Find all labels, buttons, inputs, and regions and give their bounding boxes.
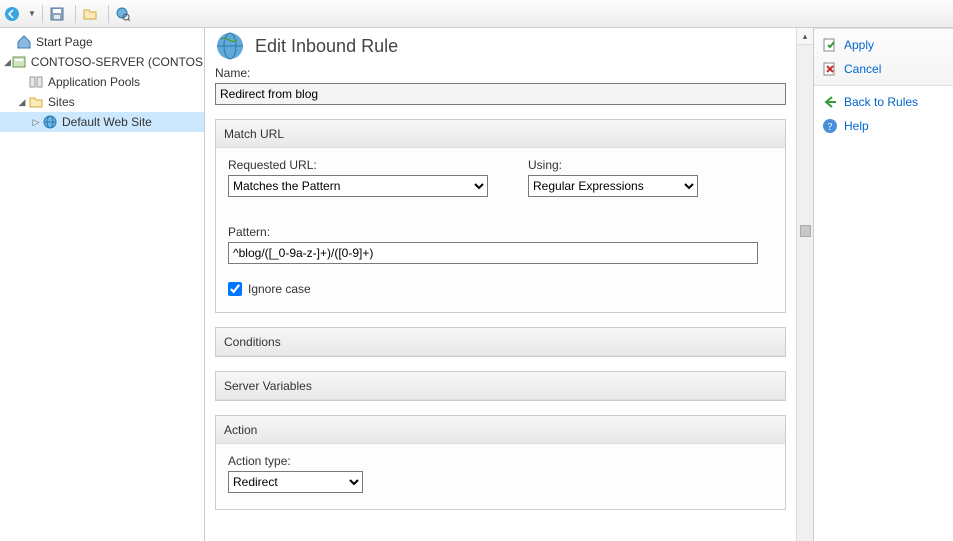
scroll-thumb[interactable] bbox=[800, 225, 811, 237]
server-variables-header[interactable]: Server Variables bbox=[216, 372, 785, 400]
tree-start-page[interactable]: Start Page bbox=[0, 32, 204, 52]
tree-label: Default Web Site bbox=[62, 115, 152, 129]
help-icon: ? bbox=[822, 118, 838, 134]
site-globe-icon bbox=[42, 114, 58, 130]
save-icon[interactable] bbox=[49, 6, 65, 22]
connections-tree: Start Page ◢ CONTOSO-SERVER (CONTOS Appl… bbox=[0, 28, 205, 541]
scroll-up-icon[interactable]: ▴ bbox=[797, 28, 813, 45]
page-title: Edit Inbound Rule bbox=[255, 36, 398, 57]
rule-name-input[interactable] bbox=[215, 83, 786, 105]
toolbar-separator bbox=[75, 5, 76, 23]
collapse-icon[interactable]: ◢ bbox=[16, 97, 28, 108]
name-label: Name: bbox=[215, 66, 786, 80]
conditions-header[interactable]: Conditions bbox=[216, 328, 785, 356]
tree-app-pools[interactable]: Application Pools bbox=[0, 72, 204, 92]
cancel-icon bbox=[822, 61, 838, 77]
tree-default-site[interactable]: ▷ Default Web Site bbox=[0, 112, 204, 132]
folder-open-icon[interactable] bbox=[82, 6, 98, 22]
requested-url-select[interactable]: Matches the Pattern bbox=[228, 175, 488, 197]
using-select[interactable]: Regular Expressions bbox=[528, 175, 698, 197]
action-header[interactable]: Action bbox=[216, 416, 785, 444]
tree-label: Application Pools bbox=[48, 75, 140, 89]
tree-label: CONTOSO-SERVER (CONTOS bbox=[31, 55, 203, 69]
action-label: Apply bbox=[844, 38, 874, 52]
action-section: Action Action type: Redirect bbox=[215, 415, 786, 510]
action-type-select[interactable]: Redirect bbox=[228, 471, 363, 493]
expand-icon[interactable]: ▷ bbox=[30, 117, 42, 128]
globe-search-icon[interactable] bbox=[115, 6, 131, 22]
sites-folder-icon bbox=[28, 94, 44, 110]
svg-text:?: ? bbox=[828, 121, 833, 133]
tree-label: Sites bbox=[48, 95, 75, 109]
toolbar-separator bbox=[108, 5, 109, 23]
action-label: Help bbox=[844, 119, 869, 133]
toolbar-dropdown-icon[interactable]: ▼ bbox=[28, 9, 36, 18]
apply-icon bbox=[822, 37, 838, 53]
back-arrow-icon bbox=[822, 94, 838, 110]
apply-action[interactable]: Apply bbox=[814, 33, 953, 57]
match-url-header[interactable]: Match URL bbox=[216, 120, 785, 148]
using-label: Using: bbox=[528, 158, 773, 172]
toolbar-separator bbox=[42, 5, 43, 23]
back-nav-icon[interactable] bbox=[4, 6, 20, 22]
main-area: Start Page ◢ CONTOSO-SERVER (CONTOS Appl… bbox=[0, 28, 953, 541]
pattern-input[interactable] bbox=[228, 242, 758, 264]
server-variables-section: Server Variables bbox=[215, 371, 786, 401]
app-pools-icon bbox=[28, 74, 44, 90]
ignore-case-checkbox[interactable] bbox=[228, 282, 242, 296]
back-to-rules-action[interactable]: Back to Rules bbox=[814, 90, 953, 114]
conditions-section: Conditions bbox=[215, 327, 786, 357]
home-icon bbox=[16, 34, 32, 50]
action-label: Back to Rules bbox=[844, 95, 918, 109]
page-header: Edit Inbound Rule bbox=[215, 28, 786, 64]
ignore-case-label: Ignore case bbox=[248, 282, 311, 296]
tree-label: Start Page bbox=[36, 35, 93, 49]
rule-globe-icon bbox=[215, 31, 245, 61]
requested-url-label: Requested URL: bbox=[228, 158, 488, 172]
cancel-action[interactable]: Cancel bbox=[814, 57, 953, 81]
actions-pane: Apply Cancel Back to Rules ? Help bbox=[813, 28, 953, 541]
tree-sites-node[interactable]: ◢ Sites bbox=[0, 92, 204, 112]
help-action[interactable]: ? Help bbox=[814, 114, 953, 138]
collapse-icon[interactable]: ◢ bbox=[4, 57, 11, 68]
tree-server-node[interactable]: ◢ CONTOSO-SERVER (CONTOS bbox=[0, 52, 204, 72]
match-url-section: Match URL Requested URL: Matches the Pat… bbox=[215, 119, 786, 313]
app-window: ▼ Start Page ◢ CONTOSO-SERVER bbox=[0, 0, 953, 541]
pattern-label: Pattern: bbox=[228, 225, 773, 239]
action-label: Cancel bbox=[844, 62, 881, 76]
center-pane: Edit Inbound Rule Name: Match URL Reques… bbox=[205, 28, 813, 541]
server-icon bbox=[11, 54, 27, 70]
vertical-scrollbar[interactable]: ▴ bbox=[796, 28, 813, 541]
main-toolbar: ▼ bbox=[0, 0, 953, 28]
action-type-label: Action type: bbox=[228, 454, 773, 468]
